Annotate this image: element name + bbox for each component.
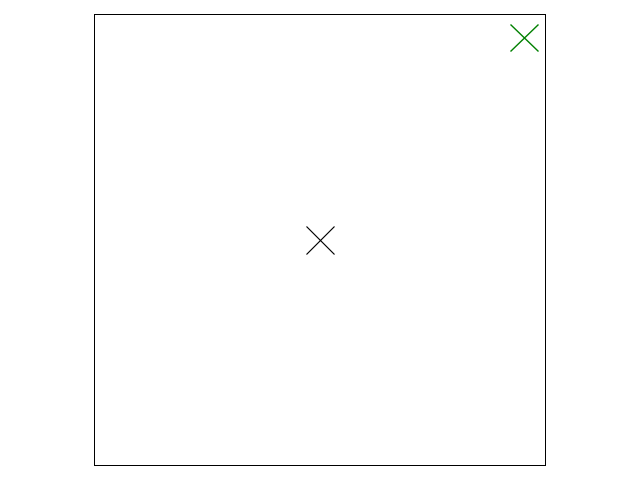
target-canvas[interactable]	[94, 14, 546, 466]
